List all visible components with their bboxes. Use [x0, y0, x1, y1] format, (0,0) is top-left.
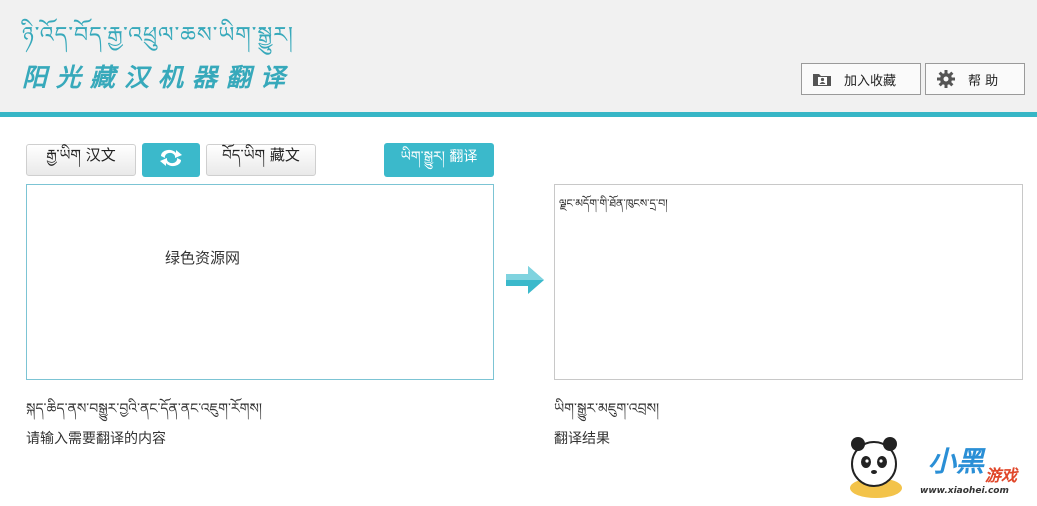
- header-divider: [0, 112, 1037, 117]
- translate-button[interactable]: ཡིག་སྒྱུར། 翻译: [384, 143, 494, 177]
- target-language-button[interactable]: བོད་ཡིག 藏文: [206, 144, 316, 176]
- gear-icon: [936, 69, 956, 89]
- input-caption-tibetan: སྐད་ཆིད་ནས་བསྒྱུར་བྱའི་ནང་དོན་ནང་འཇུག་རོ…: [26, 401, 263, 417]
- folder-user-icon: [812, 71, 832, 87]
- watermark-url: www.xiaohei.com: [920, 486, 1009, 496]
- swap-arrows-icon: [156, 147, 186, 173]
- translation-output[interactable]: ལྗང་མདོག་གི་ཐོན་ཁུངས་དྲ་བ།: [554, 184, 1023, 380]
- watermark-brand-sub: 游戏: [985, 466, 1018, 485]
- result-caption-tibetan: ཡིག་སྒྱུར་མཇུག་འབྲས།: [554, 401, 660, 417]
- right-arrow-icon: [506, 264, 546, 300]
- source-text-input[interactable]: 绿色资源网: [26, 184, 494, 380]
- input-caption-chinese: 请输入需要翻译的内容: [26, 431, 166, 447]
- logo-chinese: 阳光藏汉机器翻译: [22, 63, 295, 92]
- swap-language-button[interactable]: [142, 143, 200, 177]
- help-label: 帮 助: [968, 73, 999, 89]
- watermark-brand: 小黑: [928, 445, 985, 478]
- add-favorite-button[interactable]: 加入收藏: [801, 63, 921, 95]
- help-button[interactable]: 帮 助: [925, 63, 1025, 95]
- add-favorite-label: 加入收藏: [844, 73, 897, 89]
- source-language-button[interactable]: རྒྱ་ཡིག 汉文: [26, 144, 136, 176]
- result-caption-chinese: 翻译结果: [554, 431, 610, 447]
